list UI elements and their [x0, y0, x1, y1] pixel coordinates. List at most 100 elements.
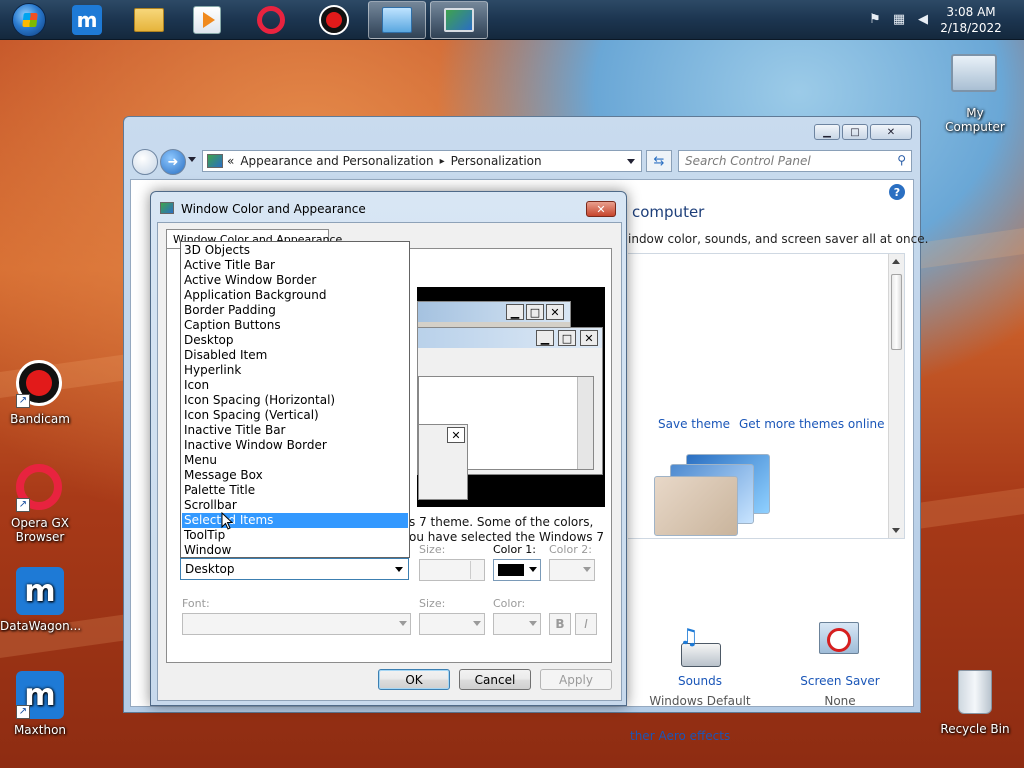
- ok-button[interactable]: OK: [378, 669, 450, 690]
- sounds-icon[interactable]: ♫: [675, 625, 725, 671]
- size-spinner[interactable]: [419, 559, 485, 581]
- theme-gallery[interactable]: Save theme Get more themes online: [628, 253, 905, 539]
- scroll-thumb[interactable]: [891, 274, 902, 350]
- taskbar-media-button[interactable]: [178, 1, 236, 39]
- mouse-cursor-icon: [221, 512, 233, 530]
- font-color-picker[interactable]: [493, 613, 541, 635]
- chevron-down-icon: [583, 567, 591, 572]
- refresh-button[interactable]: ⇆: [646, 150, 672, 172]
- desktop-icon-label: Recycle Bin: [940, 722, 1010, 736]
- item-select[interactable]: Desktop: [180, 558, 409, 580]
- help-icon[interactable]: ?: [889, 184, 905, 200]
- apply-button[interactable]: Apply: [540, 669, 612, 690]
- breadcrumb-personalization[interactable]: Personalization: [451, 154, 542, 168]
- windows-orb-icon: [12, 3, 46, 37]
- item-option[interactable]: Active Window Border: [182, 273, 408, 288]
- action-center-icon[interactable]: ⚑: [866, 10, 884, 28]
- item-option[interactable]: Palette Title: [182, 483, 408, 498]
- screen-saver-link[interactable]: Screen Saver: [780, 674, 900, 688]
- item-option[interactable]: Hyperlink: [182, 363, 408, 378]
- minimize-button[interactable]: ▁: [814, 124, 840, 140]
- item-option[interactable]: Menu: [182, 453, 408, 468]
- font-size-select[interactable]: [419, 613, 485, 635]
- network-icon[interactable]: ▦: [890, 10, 908, 28]
- maximize-button[interactable]: □: [842, 124, 868, 140]
- opera-gx-icon: ↗: [16, 464, 64, 512]
- item-dropdown-list[interactable]: 3D Objects Active Title Bar Active Windo…: [180, 241, 410, 558]
- datawagon-icon: m: [16, 567, 64, 615]
- color1-label: Color 1:: [493, 543, 536, 556]
- item-option-highlighted[interactable]: Selected Items: [182, 513, 408, 528]
- control-panel-small-icon: [207, 154, 223, 168]
- desktop-icon-datawagon[interactable]: m DataWagon...: [0, 567, 81, 633]
- item-option[interactable]: Active Title Bar: [182, 258, 408, 273]
- forward-button[interactable]: ➜: [160, 149, 186, 175]
- item-option[interactable]: ToolTip: [182, 528, 408, 543]
- preview-scrollbar: [577, 377, 593, 469]
- get-more-themes-link[interactable]: Get more themes online: [739, 417, 885, 431]
- item-option[interactable]: Border Padding: [182, 303, 408, 318]
- theme-scrollbar[interactable]: [888, 254, 904, 538]
- item-option[interactable]: Desktop: [182, 333, 408, 348]
- color1-picker[interactable]: [493, 559, 541, 581]
- opera-icon: [257, 6, 285, 34]
- desktop-icon-recycle-bin[interactable]: Recycle Bin: [935, 670, 1015, 736]
- taskbar-display-button[interactable]: [430, 1, 488, 39]
- breadcrumb-separator-icon[interactable]: ▸: [440, 156, 445, 167]
- search-input[interactable]: Search Control Panel ⚲: [678, 150, 912, 172]
- desktop-icon-my-computer[interactable]: My Computer: [935, 50, 1015, 134]
- address-dropdown-icon[interactable]: [627, 159, 635, 164]
- color2-picker[interactable]: [549, 559, 595, 581]
- item-option[interactable]: Icon Spacing (Vertical): [182, 408, 408, 423]
- control-panel-icon: [382, 7, 412, 33]
- recent-pages-icon[interactable]: [188, 157, 196, 162]
- item-option[interactable]: Inactive Window Border: [182, 438, 408, 453]
- taskbar-explorer-button[interactable]: [120, 1, 178, 39]
- aero-effects-link[interactable]: ther Aero effects: [630, 729, 730, 743]
- cancel-button[interactable]: Cancel: [459, 669, 531, 690]
- dialog-close-button[interactable]: ✕: [586, 201, 616, 217]
- screen-saver-icon[interactable]: [817, 620, 863, 666]
- size-label: Size:: [419, 543, 446, 556]
- item-option[interactable]: Icon: [182, 378, 408, 393]
- italic-button[interactable]: I: [575, 613, 597, 635]
- spinner-arrows-icon[interactable]: [470, 561, 483, 579]
- font-select[interactable]: [182, 613, 411, 635]
- sounds-link[interactable]: Sounds: [640, 674, 760, 688]
- address-overflow-icon[interactable]: «: [227, 154, 234, 168]
- taskbar-maxthon-button[interactable]: m: [58, 1, 116, 39]
- bold-button[interactable]: B: [549, 613, 571, 635]
- item-option[interactable]: Message Box: [182, 468, 408, 483]
- item-option[interactable]: Application Background: [182, 288, 408, 303]
- item-option[interactable]: Icon Spacing (Horizontal): [182, 393, 408, 408]
- display-settings-icon: [444, 8, 474, 32]
- color2-label: Color 2:: [549, 543, 592, 556]
- back-button[interactable]: [132, 149, 158, 175]
- close-button[interactable]: ✕: [870, 124, 912, 140]
- taskbar-bandicam-button[interactable]: [305, 1, 363, 39]
- theme-thumbnail[interactable]: [642, 454, 782, 536]
- item-option[interactable]: Disabled Item: [182, 348, 408, 363]
- item-option[interactable]: Window: [182, 543, 408, 558]
- taskbar-clock[interactable]: 3:08 AM 2/18/2022: [936, 4, 1006, 36]
- item-option[interactable]: Scrollbar: [182, 498, 408, 513]
- desktop-icon-opera-gx[interactable]: ↗ Opera GX Browser: [0, 464, 80, 544]
- scroll-down-icon[interactable]: [892, 528, 900, 533]
- item-option[interactable]: 3D Objects: [182, 243, 408, 258]
- start-button[interactable]: [0, 1, 58, 39]
- maxthon-icon: m ↗: [16, 671, 64, 719]
- preview-maximize-icon: □: [558, 330, 576, 346]
- scroll-up-icon[interactable]: [892, 259, 900, 264]
- desktop-icon-bandicam[interactable]: ↗ Bandicam: [0, 360, 80, 426]
- item-option[interactable]: Caption Buttons: [182, 318, 408, 333]
- address-bar[interactable]: « Appearance and Personalization ▸ Perso…: [202, 150, 642, 172]
- desktop-icon-maxthon[interactable]: m ↗ Maxthon: [0, 671, 80, 737]
- taskbar-opera-button[interactable]: [242, 1, 300, 39]
- item-option[interactable]: Inactive Title Bar: [182, 423, 408, 438]
- volume-icon[interactable]: ◀: [914, 10, 932, 28]
- taskbar-control-panel-button[interactable]: [368, 1, 426, 39]
- save-theme-link[interactable]: Save theme: [658, 417, 730, 431]
- navigation-bar: ➜ « Appearance and Personalization ▸ Per…: [132, 149, 912, 175]
- breadcrumb-appearance[interactable]: Appearance and Personalization: [240, 154, 433, 168]
- search-placeholder: Search Control Panel: [685, 154, 811, 168]
